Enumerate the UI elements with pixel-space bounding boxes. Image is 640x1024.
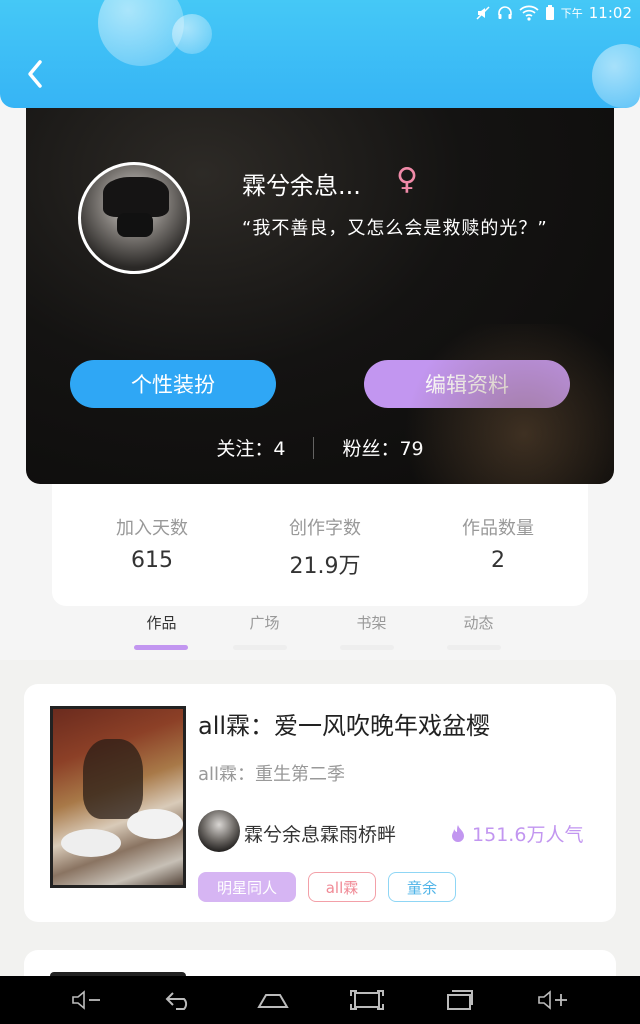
avatar[interactable]	[78, 162, 190, 274]
fans-count[interactable]: 粉丝：79	[342, 434, 423, 461]
tab-bar: 作品 广场 书架 动态	[112, 612, 532, 656]
work-cover-image[interactable]	[50, 706, 186, 888]
tab-label: 动态	[463, 614, 494, 632]
tab-square[interactable]: 广场	[211, 612, 318, 656]
home-icon	[257, 994, 290, 1008]
back-button[interactable]	[22, 56, 50, 92]
author-name[interactable]: 霖兮余息霖雨桥畔	[244, 820, 396, 847]
profile-card: 霖兮余息... ♀ “我不善良，又怎么会是救赎的光？” 个性装扮 编辑资料 关注…	[26, 96, 614, 484]
battery-icon	[545, 5, 554, 20]
divider	[313, 436, 315, 459]
work-title[interactable]: all霖：爱一风吹晚年戏盆樱	[198, 706, 490, 741]
tab-label: 广场	[249, 614, 280, 632]
tab-activity[interactable]: 动态	[425, 612, 532, 656]
follow-stats: 关注：4 粉丝：79	[26, 434, 614, 461]
clock: 11:02	[588, 4, 632, 22]
tab-label: 书架	[356, 614, 387, 632]
avatar-hair	[103, 177, 169, 217]
decor-bubble	[592, 44, 640, 108]
screenshot-button[interactable]	[347, 984, 387, 1016]
motto: “我不善良，又怎么会是救赎的光？”	[242, 218, 548, 239]
recent-apps-icon	[446, 990, 473, 1010]
tag-all-lin[interactable]: all霖	[308, 872, 376, 902]
cover-snow	[127, 809, 183, 839]
cover-figure	[83, 739, 143, 819]
stat-label: 加入天数	[116, 518, 188, 539]
tag-star-fanfic[interactable]: 明星同人	[198, 872, 296, 902]
volume-down-button[interactable]	[67, 984, 107, 1016]
screenshot-icon	[349, 990, 384, 1010]
female-icon: ♀	[396, 162, 418, 197]
tab-indicator	[134, 645, 188, 650]
stat-label: 创作字数	[289, 518, 361, 539]
decor-bubble	[172, 14, 212, 54]
decorate-button[interactable]: 个性装扮	[70, 360, 276, 408]
cover-snow	[61, 829, 121, 857]
tab-bookshelf[interactable]: 书架	[318, 612, 425, 656]
app-header: 下午 11:02	[0, 0, 640, 108]
volume-up-icon	[538, 990, 568, 1010]
mute-icon	[476, 6, 490, 20]
work-card[interactable]: all霖：爱一风吹晚年戏盆樱 all霖：重生第二季 霖兮余息霖雨桥畔 151.6…	[24, 684, 616, 922]
stat-value: 2	[491, 548, 505, 573]
username: 霖兮余息...	[242, 172, 361, 200]
following-count[interactable]: 关注：4	[216, 434, 285, 461]
headset-icon	[497, 6, 512, 19]
popularity: 151.6万人气	[450, 820, 583, 847]
stat-word-count: 创作字数 21.9万	[265, 514, 385, 606]
system-nav-bar	[0, 976, 640, 1024]
work-subtitle: all霖：重生第二季	[198, 764, 346, 785]
status-bar: 下午 11:02	[440, 0, 640, 26]
volume-down-icon	[71, 990, 100, 1010]
popularity-value: 151.6万人气	[472, 824, 584, 846]
edit-profile-button[interactable]: 编辑资料	[364, 360, 570, 408]
author-avatar[interactable]	[198, 810, 240, 852]
time-period: 下午	[560, 7, 583, 20]
stat-value: 21.9万	[289, 554, 361, 579]
volume-up-button[interactable]	[533, 984, 573, 1016]
stats-card: 加入天数 615 创作字数 21.9万 作品数量 2	[52, 484, 588, 606]
nav-back-button[interactable]	[160, 984, 200, 1016]
flame-icon	[452, 825, 464, 842]
tab-indicator	[447, 645, 502, 650]
stat-works-count: 作品数量 2	[438, 514, 558, 606]
tag-tongyu[interactable]: 童余	[388, 872, 456, 902]
home-button[interactable]	[253, 984, 293, 1016]
avatar-mask	[117, 213, 153, 237]
stat-label: 作品数量	[462, 518, 534, 539]
recent-apps-button[interactable]	[440, 984, 480, 1016]
nav-back-icon	[165, 992, 188, 1010]
back-icon	[28, 60, 42, 88]
tab-indicator	[340, 645, 395, 650]
stat-join-days: 加入天数 615	[92, 514, 212, 606]
wifi-icon	[519, 5, 539, 21]
stat-value: 615	[131, 548, 173, 573]
tab-indicator	[233, 645, 288, 650]
tab-works[interactable]: 作品	[112, 612, 211, 656]
tab-label: 作品	[146, 614, 177, 632]
